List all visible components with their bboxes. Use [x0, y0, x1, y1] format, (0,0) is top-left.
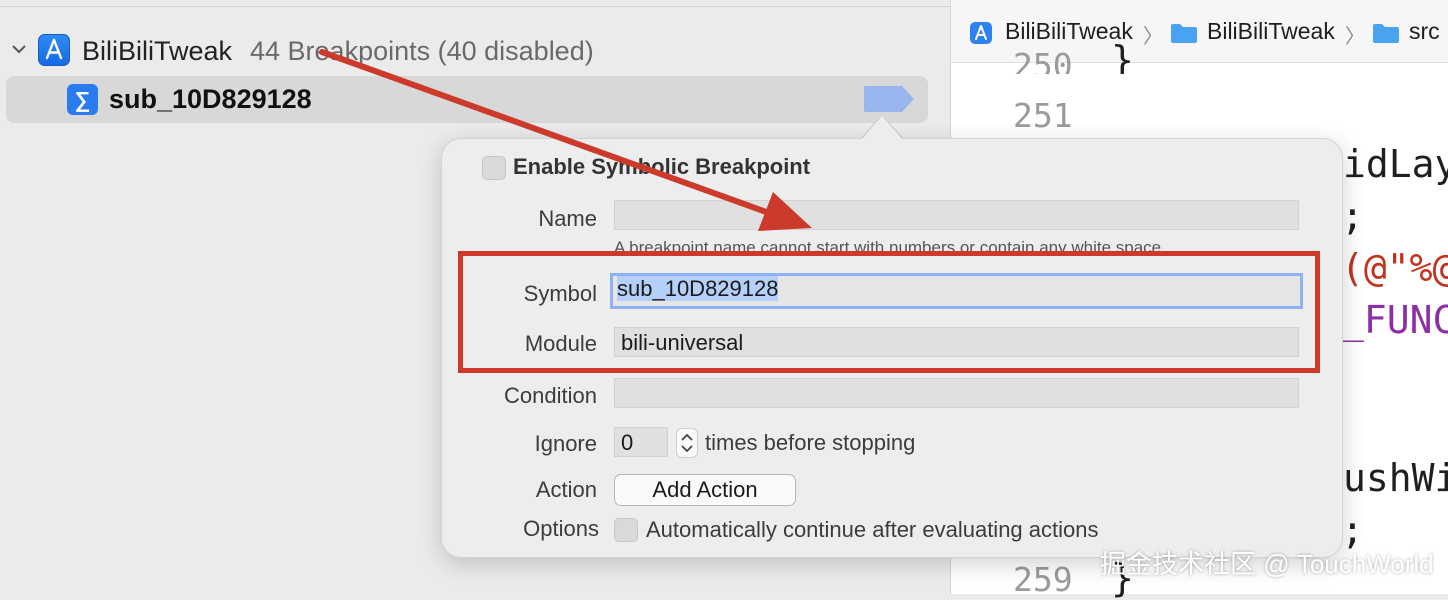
- ignore-stepper[interactable]: [676, 428, 698, 458]
- line-number: 250: [1013, 46, 1073, 74]
- action-label: Action: [535, 477, 597, 502]
- stepper-arrows-icon: [681, 433, 693, 453]
- line-number: 251: [1013, 96, 1073, 135]
- project-row[interactable]: BiliBiliTweak 44 Breakpoints (40 disable…: [0, 28, 950, 76]
- chevron-down-icon[interactable]: [11, 41, 27, 57]
- add-action-button[interactable]: Add Action: [614, 474, 796, 506]
- name-hint: A breakpoint name cannot start with numb…: [614, 238, 1162, 252]
- enable-checkbox[interactable]: [482, 156, 506, 180]
- condition-field[interactable]: [614, 378, 1299, 408]
- auto-continue-checkbox[interactable]: [614, 518, 638, 542]
- folder-icon: [1171, 24, 1197, 43]
- breakpoint-count: 44 Breakpoints (40 disabled): [250, 36, 594, 66]
- ignore-count-field[interactable]: 0: [614, 427, 668, 457]
- chevron-right-icon: 〉: [1345, 26, 1365, 48]
- enable-label: Enable Symbolic Breakpoint: [513, 154, 811, 179]
- condition-label: Condition: [504, 383, 597, 408]
- watermark: 掘金技术社区 @ TouchWorld: [1100, 549, 1434, 579]
- jumpbar-item-src[interactable]: src: [1409, 18, 1440, 45]
- popover-arrow-fill: [862, 116, 902, 139]
- options-label: Options: [523, 516, 599, 541]
- code-fragment: idLay: [1343, 142, 1448, 186]
- name-field[interactable]: [614, 200, 1299, 230]
- code-fragment: ;: [1341, 194, 1364, 238]
- sigma-icon: ∑: [67, 84, 98, 115]
- jumpbar-item-folder[interactable]: BiliBiliTweak: [1207, 18, 1335, 45]
- annotation-highlight-box: [458, 251, 1320, 373]
- ignore-suffix: times before stopping: [705, 430, 916, 455]
- breakpoint-flag-icon[interactable]: [864, 86, 914, 112]
- auto-continue-label: Automatically continue after evaluating …: [646, 517, 1099, 542]
- divider: [0, 6, 950, 7]
- app-store-icon: [38, 34, 70, 66]
- chevron-right-icon: 〉: [1143, 26, 1163, 48]
- app-store-icon: [970, 22, 992, 44]
- code-fragment: }: [1111, 38, 1134, 74]
- folder-icon: [1373, 24, 1399, 43]
- ignore-label: Ignore: [534, 431, 597, 456]
- breakpoint-name: sub_10D829128: [109, 84, 312, 114]
- code-fragment: (@"%@: [1341, 246, 1448, 290]
- code-fragment: ushWi: [1343, 456, 1448, 500]
- name-label: Name: [538, 206, 597, 231]
- breakpoint-row[interactable]: ∑ sub_10D829128: [6, 76, 928, 123]
- code-fragment: _FUNC: [1341, 298, 1448, 342]
- line-number: 259: [1013, 560, 1073, 599]
- project-name: BiliBiliTweak: [82, 36, 233, 66]
